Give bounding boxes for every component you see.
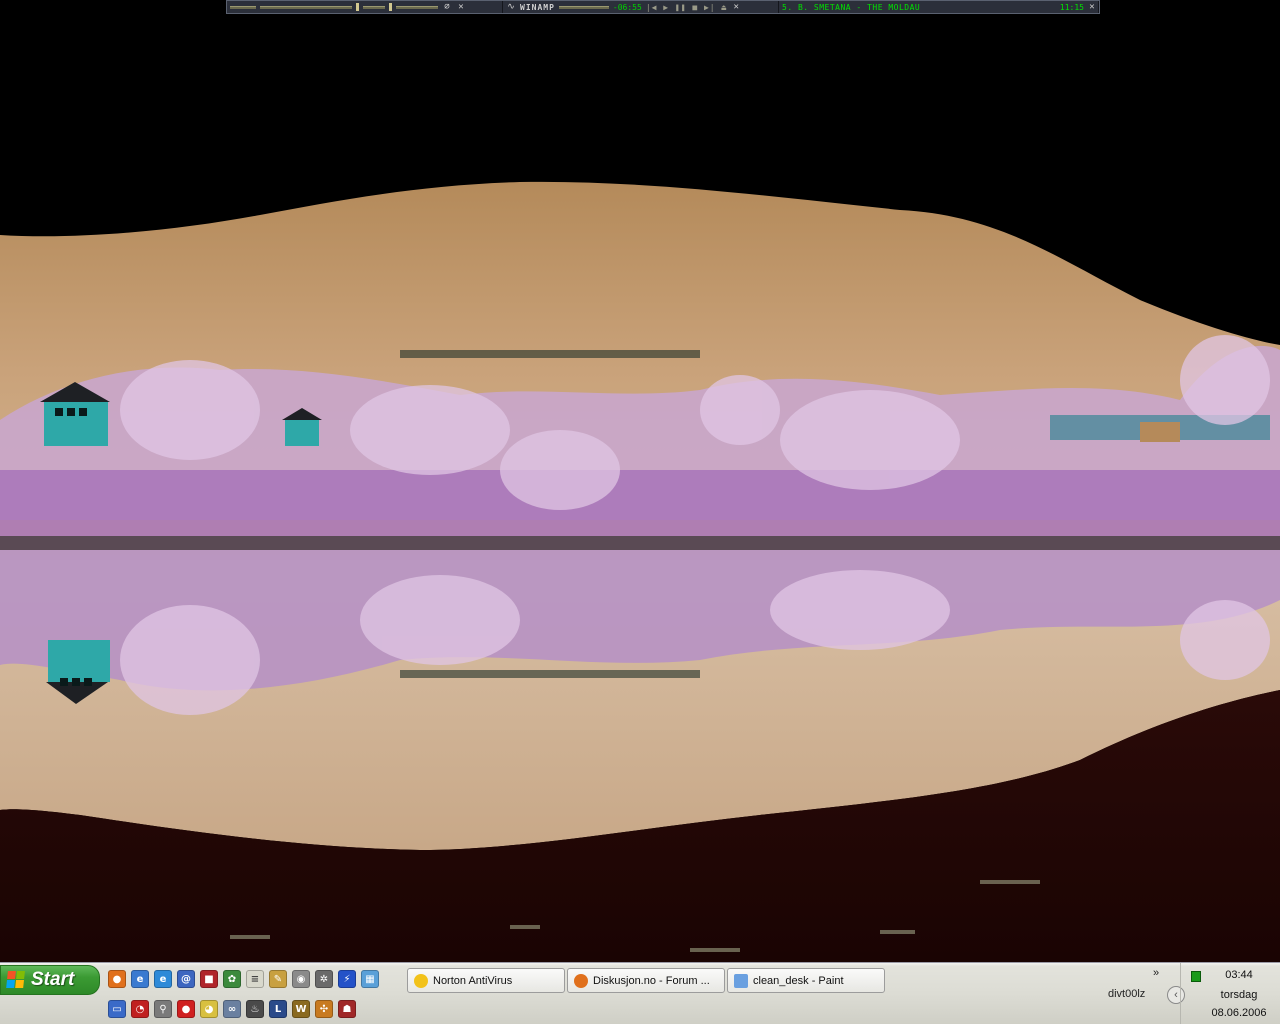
- pencil-icon[interactable]: ✎: [269, 970, 287, 988]
- quicklaunch-row-2: ▭ ◔ ⚲ ● ◕ ∞ ♨ L W ✣ ☗: [108, 1000, 356, 1018]
- volume-slider[interactable]: [396, 5, 438, 9]
- grid-icon[interactable]: ✣: [315, 1000, 333, 1018]
- tray-username: divt00lz: [1108, 988, 1146, 1000]
- eq-close-icon[interactable]: ✕: [456, 2, 466, 12]
- window-icon[interactable]: ▭: [108, 1000, 126, 1018]
- windows-logo-icon: [6, 971, 26, 989]
- ie-icon[interactable]: e: [131, 970, 149, 988]
- pacman-icon[interactable]: ◕: [200, 1000, 218, 1018]
- winamp-menu-icon[interactable]: ∿: [506, 2, 516, 12]
- outlook-icon[interactable]: @: [177, 970, 195, 988]
- firefox-icon: [574, 973, 588, 988]
- winamp-player[interactable]: ⌀ ✕ ∿ WINAMP -06:55 |◀ ▶ ❚❚ ■ ▶| ⏏ ✕ 5. …: [226, 0, 1100, 14]
- taskbar: Start ● e e @ ■ ✿ ≡ ✎ ◉ ✲ ⚡ ▦ ▭ ◔ ⚲ ● ◕ …: [0, 962, 1280, 1024]
- steam-icon[interactable]: ♨: [246, 1000, 264, 1018]
- media-icon[interactable]: ◉: [292, 970, 310, 988]
- firefox-icon[interactable]: ●: [108, 970, 126, 988]
- balance-slider[interactable]: [363, 5, 385, 9]
- ticket-icon[interactable]: ☗: [338, 1000, 356, 1018]
- eq-slider[interactable]: [260, 5, 352, 9]
- eq-preamp-slider[interactable]: [230, 5, 256, 9]
- playback-controls[interactable]: |◀ ▶ ❚❚ ■ ▶| ⏏: [646, 3, 727, 12]
- settings-icon[interactable]: ✲: [315, 970, 333, 988]
- wallpaper-image: [0, 0, 1280, 962]
- winamp-time: -06:55: [612, 2, 642, 12]
- task-paint[interactable]: clean_desk - Paint: [727, 968, 885, 993]
- winamp-close-icon[interactable]: ✕: [731, 2, 741, 12]
- winamp-equalizer[interactable]: ⌀ ✕: [227, 1, 503, 13]
- eq-knob[interactable]: [356, 3, 359, 11]
- azureus-icon[interactable]: ⚡: [338, 970, 356, 988]
- balance-knob[interactable]: [389, 3, 392, 11]
- eq-menu-icon[interactable]: ⌀: [442, 2, 452, 12]
- winamp-playlist[interactable]: 5. B. SMETANA - THE MOLDAU 11:15: [779, 1, 1099, 13]
- record-icon[interactable]: ●: [177, 1000, 195, 1018]
- start-button[interactable]: Start: [0, 965, 100, 995]
- start-label: Start: [31, 969, 75, 990]
- task-firefox-forum[interactable]: Diskusjon.no - Forum ...: [567, 968, 725, 993]
- task-label: Diskusjon.no - Forum ...: [593, 974, 710, 987]
- clock-day[interactable]: torsdag: [1189, 989, 1280, 1001]
- notepad-icon[interactable]: ≡: [246, 970, 264, 988]
- magnifier-icon[interactable]: ⚲: [154, 1000, 172, 1018]
- task-label: Norton AntiVirus: [433, 974, 513, 987]
- norton-icon: [414, 973, 428, 988]
- speedometer-icon[interactable]: ◔: [131, 1000, 149, 1018]
- playlist-close-icon[interactable]: ✕: [1087, 2, 1097, 12]
- ie-alt-icon[interactable]: e: [154, 970, 172, 988]
- winamp-main[interactable]: ∿ WINAMP -06:55 |◀ ▶ ❚❚ ■ ▶| ⏏ ✕: [503, 1, 779, 13]
- clock-time[interactable]: 03:44: [1189, 969, 1280, 981]
- desktop-wallpaper: [0, 0, 1280, 962]
- system-tray: 03:44 torsdag 08.06.2006: [1180, 963, 1280, 1024]
- song-duration: 11:15: [1059, 2, 1084, 12]
- warcraft-icon[interactable]: W: [292, 1000, 310, 1018]
- winamp-logo: WINAMP: [520, 2, 555, 12]
- task-norton-antivirus[interactable]: Norton AntiVirus: [407, 968, 565, 993]
- taskbar-overflow-chevron[interactable]: »: [1153, 967, 1159, 979]
- seek-bar[interactable]: [558, 5, 609, 9]
- task-label: clean_desk - Paint: [753, 974, 844, 987]
- network-icon[interactable]: ✿: [223, 970, 241, 988]
- chain-icon[interactable]: ∞: [223, 1000, 241, 1018]
- msn-icon[interactable]: ■: [200, 970, 218, 988]
- current-song: 5. B. SMETANA - THE MOLDAU: [782, 2, 921, 12]
- clock-date[interactable]: 08.06.2006: [1189, 1007, 1280, 1019]
- calc-icon[interactable]: ▦: [361, 970, 379, 988]
- quicklaunch-row-1: ● e e @ ■ ✿ ≡ ✎ ◉ ✲ ⚡ ▦: [108, 970, 379, 988]
- paint-icon: [734, 973, 748, 988]
- file-icon[interactable]: L: [269, 1000, 287, 1018]
